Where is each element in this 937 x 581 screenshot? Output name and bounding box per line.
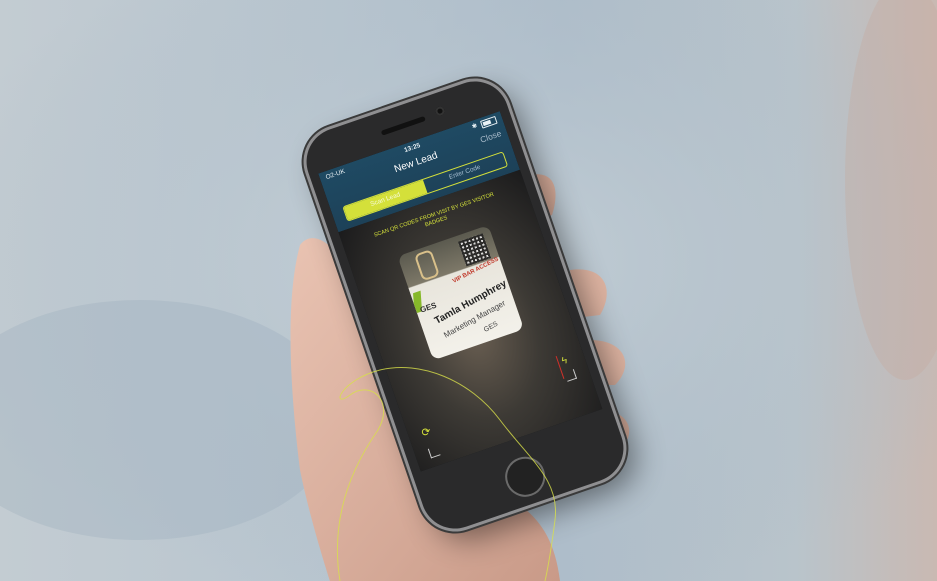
- home-button[interactable]: [499, 451, 551, 503]
- viewfinder-corner: [564, 369, 578, 382]
- carrier-label: O2-UK: [324, 168, 346, 182]
- earpiece: [380, 115, 426, 136]
- bluetooth-icon: ✱: [471, 122, 479, 131]
- badge-company: GES: [482, 320, 500, 334]
- badge-brand: GES: [418, 300, 438, 315]
- viewfinder-corner: [427, 445, 441, 459]
- badge-preview: VIP BAR ACCESS GES Tamla Humphrey Market…: [397, 225, 525, 361]
- switch-camera-icon[interactable]: ⟳: [419, 425, 434, 440]
- battery-icon: [479, 115, 498, 129]
- front-camera: [434, 105, 446, 117]
- lanyard-clip: [413, 249, 441, 282]
- clock: 13:25: [403, 142, 422, 155]
